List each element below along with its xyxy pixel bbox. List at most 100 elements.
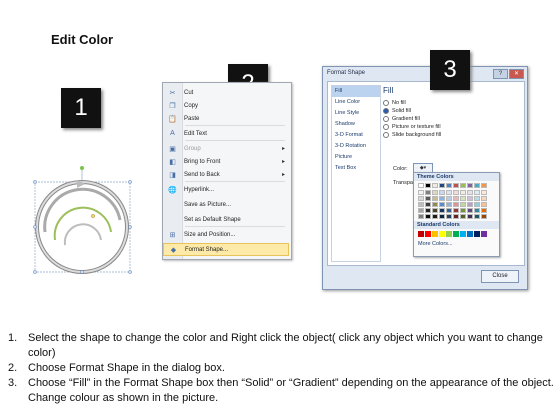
standard-color-swatch[interactable]: [453, 231, 459, 237]
theme-shade-swatch[interactable]: [453, 214, 459, 219]
radio-circle[interactable]: [383, 132, 389, 138]
nav-item-shadow[interactable]: Shadow: [332, 119, 380, 130]
theme-shade-swatch[interactable]: [460, 202, 466, 207]
theme-color-swatch[interactable]: [439, 183, 445, 188]
theme-shade-swatch[interactable]: [425, 214, 431, 219]
theme-shade-swatch[interactable]: [446, 196, 452, 201]
theme-shade-swatch[interactable]: [439, 208, 445, 213]
theme-shade-swatch[interactable]: [467, 208, 473, 213]
theme-shade-swatch[interactable]: [425, 202, 431, 207]
theme-shade-swatch[interactable]: [467, 202, 473, 207]
theme-color-swatch[interactable]: [481, 183, 487, 188]
theme-shade-swatch[interactable]: [467, 196, 473, 201]
theme-shade-swatch[interactable]: [481, 202, 487, 207]
theme-shade-swatch[interactable]: [432, 190, 438, 195]
theme-shade-swatch[interactable]: [439, 202, 445, 207]
nav-item-line-color[interactable]: Line Color: [332, 97, 380, 108]
menu-item-cut[interactable]: ✂ Cut: [163, 86, 289, 99]
menu-item-size-and-position[interactable]: ⊞ Size and Position...: [163, 228, 289, 241]
theme-color-swatch[interactable]: [467, 183, 473, 188]
theme-shade-swatch[interactable]: [439, 190, 445, 195]
theme-shade-swatch[interactable]: [453, 208, 459, 213]
theme-color-swatch[interactable]: [432, 183, 438, 188]
close-icon[interactable]: ✕: [509, 69, 524, 79]
theme-color-swatch[interactable]: [474, 183, 480, 188]
theme-color-swatch[interactable]: [418, 183, 424, 188]
theme-shade-swatch[interactable]: [474, 202, 480, 207]
nav-item-3-d-rotation[interactable]: 3-D Rotation: [332, 141, 380, 152]
theme-shade-swatch[interactable]: [418, 202, 424, 207]
theme-shade-swatch[interactable]: [418, 190, 424, 195]
nav-item-3-d-format[interactable]: 3-D Format: [332, 130, 380, 141]
radio-gradient-fill[interactable]: Gradient fill: [383, 116, 420, 122]
standard-color-swatch[interactable]: [474, 231, 480, 237]
theme-shade-swatch[interactable]: [432, 208, 438, 213]
menu-item-save-as-picture[interactable]: Save as Picture...: [163, 198, 289, 211]
nav-item-line-style[interactable]: Line Style: [332, 108, 380, 119]
radio-no-fill[interactable]: No fill: [383, 100, 406, 106]
theme-shade-swatch[interactable]: [418, 196, 424, 201]
menu-item-bring-to-front[interactable]: ◧ Bring to Front ▸: [163, 155, 289, 168]
radio-circle[interactable]: [383, 124, 389, 130]
theme-shade-swatch[interactable]: [446, 208, 452, 213]
menu-item-set-as-default-shape[interactable]: Set as Default Shape: [163, 213, 289, 226]
radio-circle[interactable]: [383, 108, 389, 114]
close-button[interactable]: Close: [481, 270, 519, 283]
theme-shade-swatch[interactable]: [467, 214, 473, 219]
menu-item-format-shape[interactable]: ◆ Format Shape...: [163, 243, 289, 256]
theme-shade-swatch[interactable]: [453, 190, 459, 195]
radio-picture-or-texture-fill[interactable]: Picture or texture fill: [383, 124, 441, 130]
theme-shade-swatch[interactable]: [439, 214, 445, 219]
theme-shade-swatch[interactable]: [460, 214, 466, 219]
radio-slide-background-fill[interactable]: Slide background fill: [383, 132, 441, 138]
theme-color-swatch[interactable]: [425, 183, 431, 188]
theme-shade-swatch[interactable]: [425, 208, 431, 213]
theme-shade-swatch[interactable]: [481, 190, 487, 195]
theme-shade-swatch[interactable]: [460, 208, 466, 213]
theme-shade-swatch[interactable]: [474, 214, 480, 219]
theme-shade-swatch[interactable]: [418, 214, 424, 219]
theme-shade-swatch[interactable]: [425, 190, 431, 195]
theme-shade-swatch[interactable]: [481, 196, 487, 201]
selected-shape[interactable]: [25, 160, 140, 280]
theme-shade-swatch[interactable]: [446, 202, 452, 207]
theme-shade-swatch[interactable]: [446, 190, 452, 195]
theme-shade-swatch[interactable]: [467, 190, 473, 195]
standard-color-swatch[interactable]: [418, 231, 424, 237]
standard-color-swatch[interactable]: [439, 231, 445, 237]
theme-shade-swatch[interactable]: [439, 196, 445, 201]
theme-shade-swatch[interactable]: [453, 196, 459, 201]
theme-shade-swatch[interactable]: [460, 190, 466, 195]
standard-color-swatch[interactable]: [460, 231, 466, 237]
theme-shade-swatch[interactable]: [446, 214, 452, 219]
theme-color-swatch[interactable]: [460, 183, 466, 188]
standard-color-swatch[interactable]: [481, 231, 487, 237]
menu-item-copy[interactable]: ❐ Copy: [163, 99, 289, 112]
help-button[interactable]: ?: [493, 69, 508, 79]
radio-solid-fill[interactable]: Solid fill: [383, 108, 411, 114]
nav-item-fill[interactable]: Fill: [332, 86, 380, 97]
more-colors-link[interactable]: More Colors...: [414, 239, 499, 249]
menu-item-paste[interactable]: 📋 Paste: [163, 112, 289, 125]
theme-color-swatch[interactable]: [446, 183, 452, 188]
theme-shade-swatch[interactable]: [432, 214, 438, 219]
standard-color-swatch[interactable]: [467, 231, 473, 237]
theme-shade-swatch[interactable]: [481, 214, 487, 219]
theme-shade-swatch[interactable]: [460, 196, 466, 201]
theme-shade-swatch[interactable]: [453, 202, 459, 207]
menu-item-edit-text[interactable]: A Edit Text: [163, 127, 289, 140]
nav-item-picture[interactable]: Picture: [332, 152, 380, 163]
standard-color-swatch[interactable]: [425, 231, 431, 237]
theme-shade-swatch[interactable]: [481, 208, 487, 213]
menu-item-send-to-back[interactable]: ◨ Send to Back ▸: [163, 168, 289, 181]
radio-circle[interactable]: [383, 116, 389, 122]
menu-item-hyperlink[interactable]: 🌐 Hyperlink...: [163, 183, 289, 196]
standard-color-swatch[interactable]: [432, 231, 438, 237]
theme-shade-swatch[interactable]: [425, 196, 431, 201]
nav-item-text-box[interactable]: Text Box: [332, 163, 380, 174]
theme-shade-swatch[interactable]: [474, 208, 480, 213]
theme-shade-swatch[interactable]: [432, 202, 438, 207]
theme-shade-swatch[interactable]: [432, 196, 438, 201]
radio-circle[interactable]: [383, 100, 389, 106]
theme-shade-swatch[interactable]: [474, 190, 480, 195]
